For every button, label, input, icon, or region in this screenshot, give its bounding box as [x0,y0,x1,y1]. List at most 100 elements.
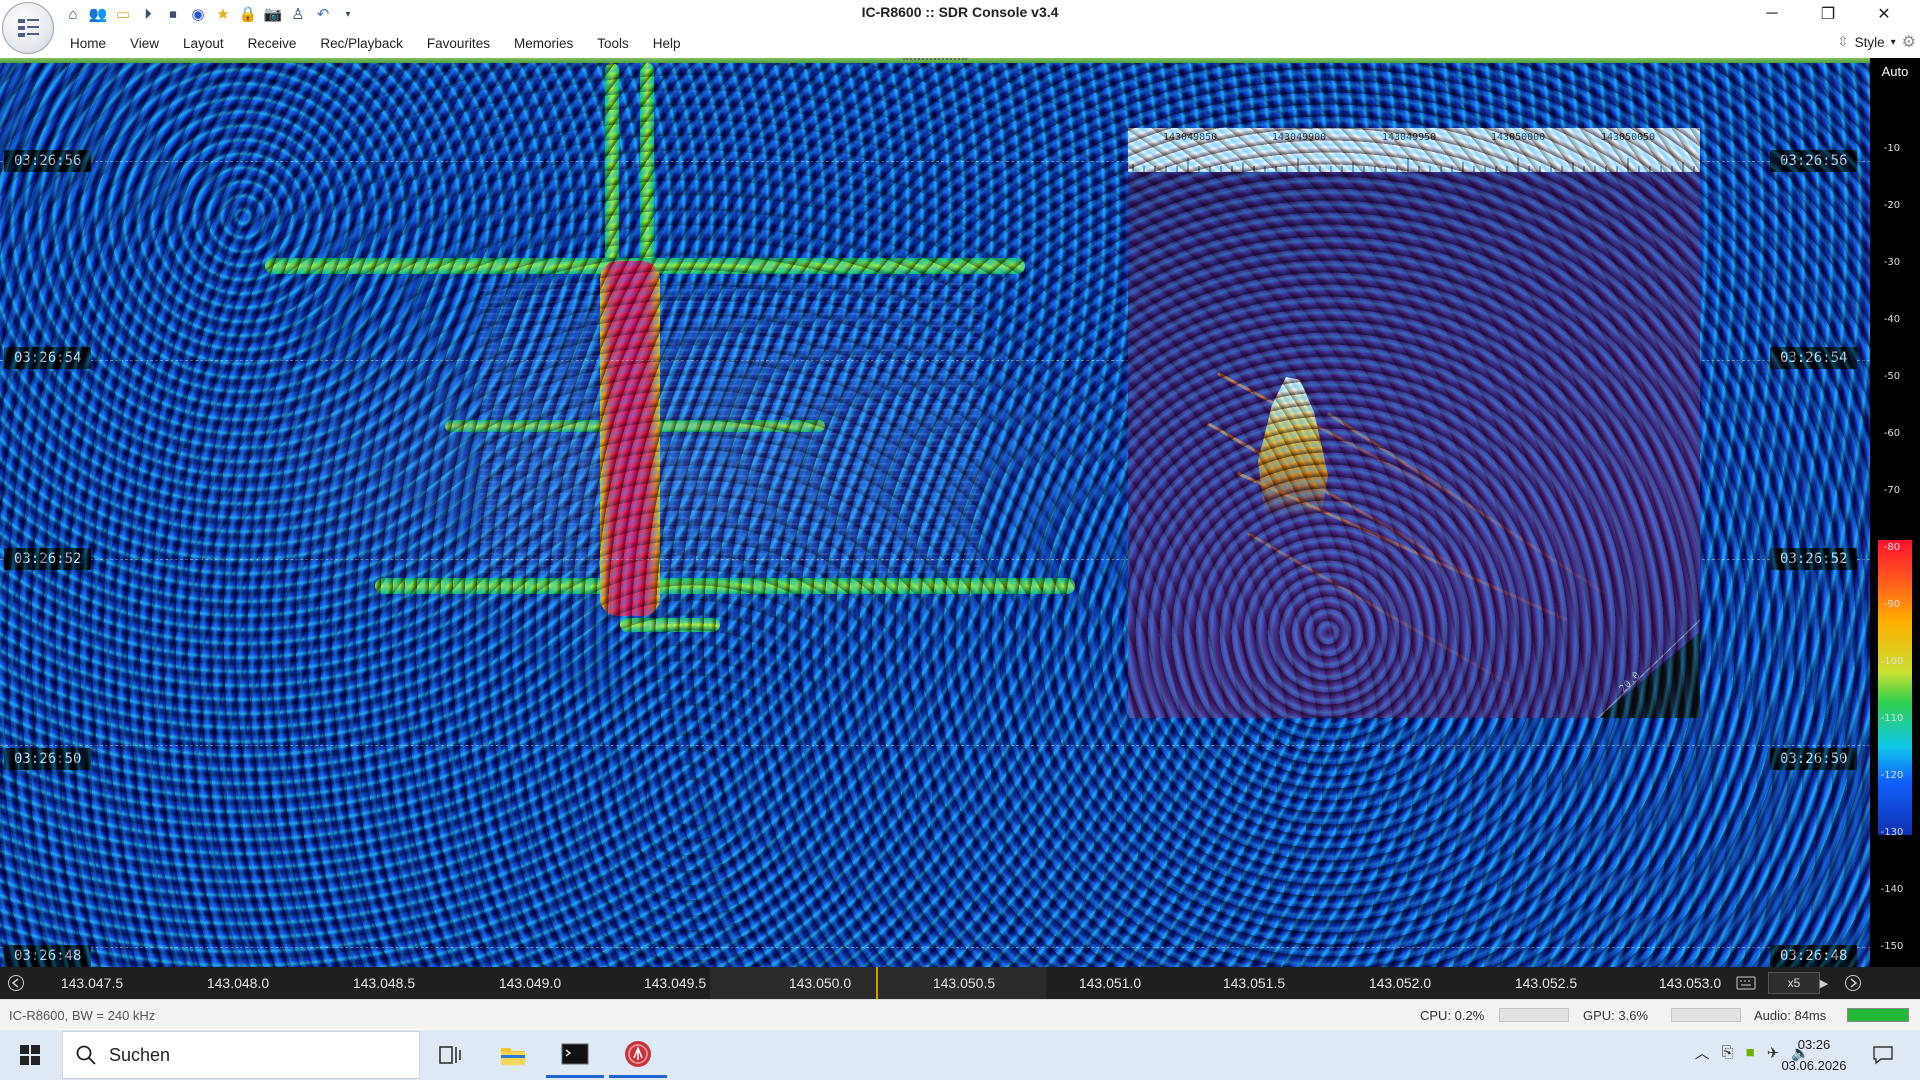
db-scale[interactable]: Auto -10 -20 -30 -40 -50 -60 -70 -80 -90… [1870,58,1920,967]
quick-access-toolbar: ⌂ 👥 ▭ ⏵ ⏹ ◉ ★ 🔒 📷 ♙ ↶ ▾ [62,2,359,26]
style-icon: ⇳ [1837,34,1849,49]
audio-status: Audio: 84ms [1754,1008,1827,1023]
db-label: -60 [1883,428,1901,439]
ribbon-resize-grip[interactable] [903,58,967,62]
notification-icon [1873,1046,1893,1065]
terminal-icon [561,1043,589,1064]
zoom-dropdown-arrow-icon[interactable]: ▶ [1811,970,1837,996]
db-label: -30 [1883,257,1901,268]
strong-signal-band [600,261,660,616]
chevron-up-icon[interactable]: ︿ [1695,1042,1710,1063]
circle-left-icon [8,975,24,991]
menu-favourites[interactable]: Favourites [415,36,502,51]
home-icon[interactable]: ⌂ [62,3,84,25]
scroll-left-button[interactable] [3,970,29,996]
search-icon [76,1045,96,1065]
start-button[interactable] [8,1038,52,1072]
spectrum-3d-panel[interactable]: 143049850 143049900 143049950 143050000 … [1128,128,1700,718]
star-icon[interactable]: ★ [212,3,234,25]
nvidia-icon[interactable]: ■ [1746,1044,1755,1061]
menu-home[interactable]: Home [58,36,118,51]
app-menu-button[interactable] [2,2,54,54]
menu-receive[interactable]: Receive [236,36,309,51]
taskbar-clock[interactable]: 03:26 03.06.2026 [1764,1034,1864,1076]
gpu-status: GPU: 3.6% [1583,1008,1649,1023]
close-button[interactable]: ✕ [1856,0,1912,28]
folder-icon[interactable]: ▭ [112,3,134,25]
chevron-down-icon: ▾ [1890,36,1896,48]
scroll-right-button[interactable] [1840,970,1866,996]
task-view-icon [439,1046,461,1064]
burst-trace-bottom [375,578,1075,594]
freq-label: 143.048.5 [352,975,416,991]
menu-help[interactable]: Help [641,36,693,51]
db-label: -10 [1883,143,1901,154]
freq-label: 143.052.0 [1368,975,1432,991]
frequency-ruler: 143049850 143049900 143049950 143050000 … [1128,128,1700,172]
keyboard-button[interactable] [1733,970,1759,996]
db-label: -110 [1880,713,1904,724]
freq-label: 143.049.5 [643,975,707,991]
time-label-left: 03:26:54 [4,347,92,369]
title-bar: ⌂ 👥 ▭ ⏵ ⏹ ◉ ★ 🔒 📷 ♙ ↶ ▾ IC-R8600 :: SDR … [0,0,1920,54]
audio-meter [1847,1008,1909,1022]
waterfall-display[interactable]: 03:26:56 03:26:54 03:26:52 03:26:50 03:2… [0,63,1870,967]
time-label-right: 03:26:52 [1770,548,1858,570]
terminal-app[interactable] [546,1032,604,1078]
folder-icon [501,1048,525,1065]
db-label: -90 [1883,599,1901,610]
record-icon[interactable]: ◉ [187,3,209,25]
time-gridline [0,947,1870,948]
menu-tools[interactable]: Tools [585,36,641,51]
db-label: -150 [1880,941,1904,952]
file-explorer-app[interactable] [484,1032,542,1078]
menu-layout[interactable]: Layout [171,36,236,51]
windows-logo-icon [20,1045,40,1065]
spectrum-3d-plot: 20.0 [1128,172,1700,718]
camera-icon[interactable]: 📷 [262,3,284,25]
time-label-left: 03:26:56 [4,150,92,172]
menu-rec-playback[interactable]: Rec/Playback [308,36,415,51]
lock-icon[interactable]: 🔒 [237,3,259,25]
frequency-bar[interactable]: 143.047.5 143.048.0 143.048.5 143.049.0 … [0,967,1920,999]
time-label-left: 03:26:52 [4,548,92,570]
app-menu-icon [18,19,39,37]
restore-button[interactable]: ❐ [1800,0,1856,28]
db-label: -50 [1883,371,1901,382]
bandwidth-highlight [710,967,1046,999]
menu-memories[interactable]: Memories [502,36,585,51]
freq-label: 143.051.0 [1078,975,1142,991]
style-menu[interactable]: ⇳ Style ▾ ⚙ [1837,32,1916,52]
auto-scale-button[interactable]: Auto [1870,64,1920,79]
user-tower-icon[interactable]: ♙ [287,3,309,25]
clock-date: 03.06.2026 [1781,1058,1847,1073]
db-label: -120 [1880,770,1904,781]
status-bar: IC-R8600, BW = 240 kHz CPU: 0.2% GPU: 3.… [0,999,1920,1029]
db-label: -140 [1880,884,1904,895]
undo-icon[interactable]: ↶ [312,3,334,25]
minimize-button[interactable]: ─ [1744,0,1800,28]
freq-label: 143.050.5 [932,975,996,991]
notification-button[interactable] [1868,1040,1898,1070]
freq-label: 143.049.0 [498,975,562,991]
gpu-meter [1671,1008,1741,1022]
spectrum-3d-axis [1597,619,1700,718]
cpu-meter [1499,1008,1569,1022]
center-frequency-marker[interactable] [876,967,878,999]
carrier-trace-right [640,63,654,263]
gear-icon[interactable]: ⚙ [1902,32,1916,52]
time-label-right: 03:26:54 [1770,347,1858,369]
taskbar-search[interactable]: Suchen [62,1031,420,1079]
sdr-console-app[interactable] [609,1032,667,1078]
customize-dropdown-icon[interactable]: ▾ [337,3,359,25]
carrier-trace-left [605,63,619,263]
task-view-button[interactable] [421,1032,479,1078]
users-icon[interactable]: 👥 [87,3,109,25]
menu-view[interactable]: View [118,36,171,51]
circle-right-icon [1845,975,1861,991]
play-icon[interactable]: ⏵ [137,3,159,25]
time-label-right: 03:26:48 [1770,945,1858,967]
stop-icon[interactable]: ⏹ [162,3,184,25]
bluetooth-device-icon[interactable]: ⎘ [1722,1044,1734,1061]
keyboard-icon [1736,976,1756,990]
